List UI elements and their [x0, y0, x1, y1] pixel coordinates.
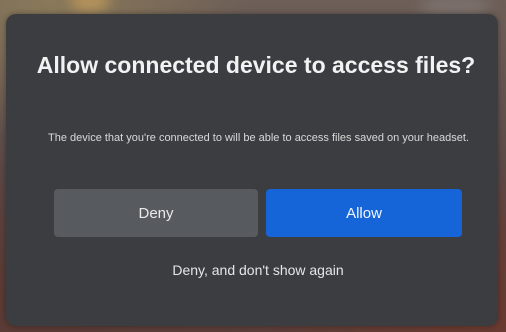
- dialog-title: Allow connected device to access files?: [36, 52, 476, 78]
- dialog-message: The device that you're connected to will…: [48, 132, 469, 144]
- deny-dont-show-again-link[interactable]: Deny, and don't show again: [66, 260, 450, 280]
- permission-dialog: Allow connected device to access files? …: [6, 14, 498, 326]
- allow-button[interactable]: Allow: [266, 189, 462, 237]
- background-scene: [70, 0, 110, 12]
- deny-button[interactable]: Deny: [54, 189, 258, 237]
